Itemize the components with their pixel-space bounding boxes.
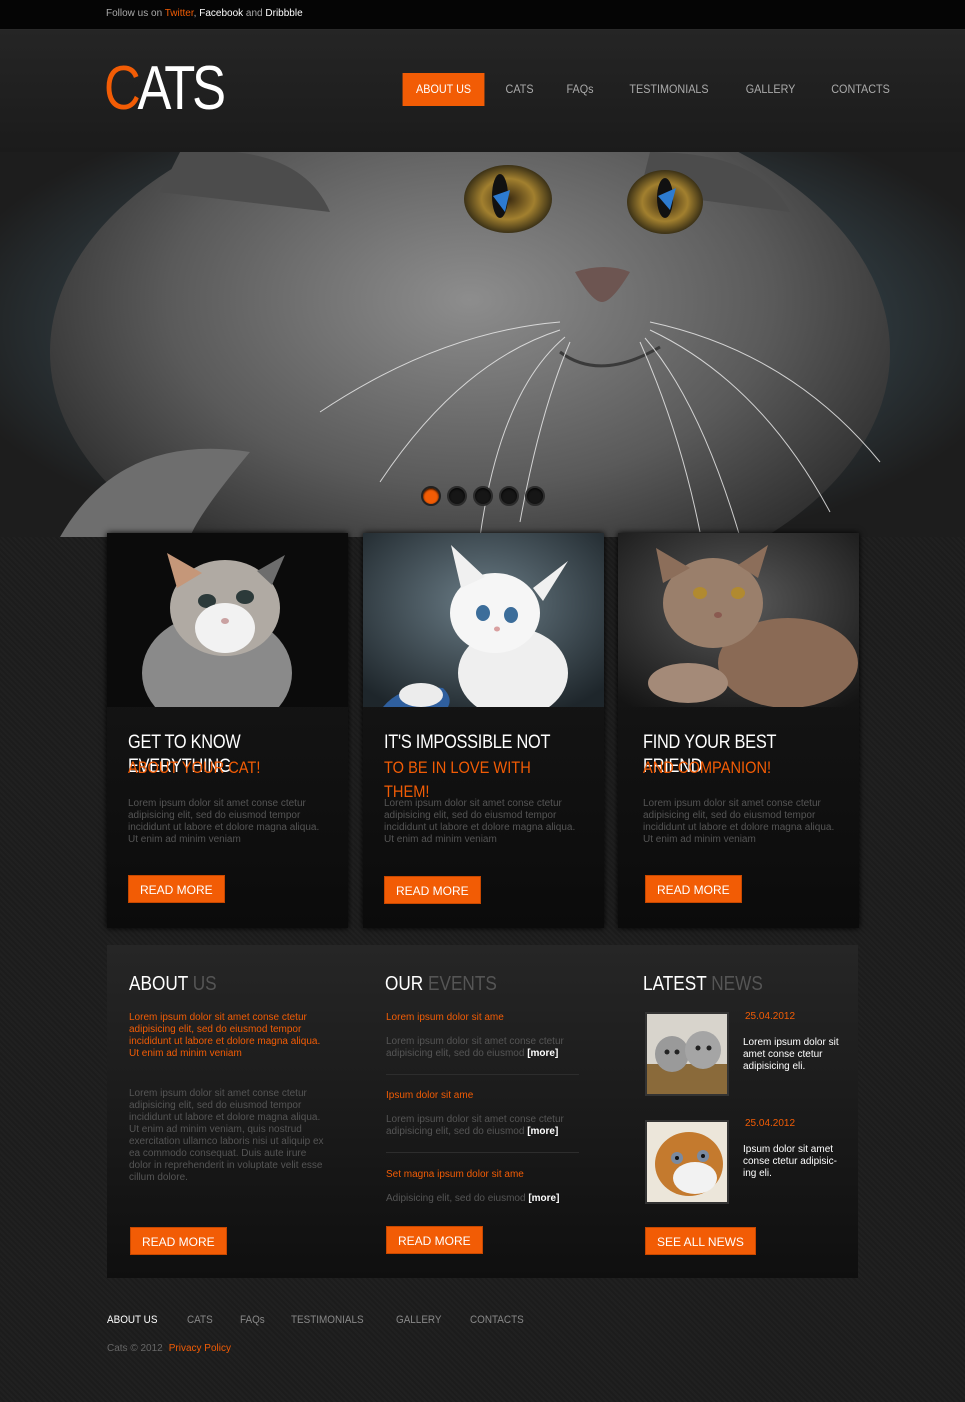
about-body-text: Lorem ipsum dolor sit amet conse ctetur … (129, 1088, 324, 1183)
nav-item-faqs[interactable]: FAQs (553, 73, 607, 106)
event-item-2: Ipsum dolor sit ame Lorem ipsum dolor si… (386, 1090, 581, 1138)
slider-dot-1[interactable] (421, 486, 441, 506)
event-text: Adipisicing elit, sed do eiusmod [more] (386, 1193, 581, 1205)
footer-nav: About us Cats FAQs Testimonials Gallery … (107, 1314, 554, 1326)
slider-pagination (421, 486, 545, 506)
event-more-link[interactable]: [more] (528, 1193, 559, 1204)
about-heading-dim: US (192, 973, 217, 995)
news-heading: LATEST NEWS (643, 973, 763, 996)
news-heading-main: LATEST (643, 973, 712, 995)
main-nav: About us Cats FAQs Testimonials Gallery … (398, 73, 909, 106)
news-thumbnail-2[interactable] (645, 1120, 729, 1204)
event-more-link[interactable]: [more] (527, 1048, 558, 1059)
kitten-photo (107, 533, 348, 707)
card-description: Lorem ipsum dolor sit amet conse ctetur … (128, 798, 320, 845)
header: CATS About us Cats FAQs Testimonials Gal… (0, 30, 965, 152)
copyright: Cats © 2012 Privacy Policy (107, 1343, 231, 1354)
nav-item-cats[interactable]: Cats (492, 73, 547, 106)
events-heading-main: OUR (385, 973, 428, 995)
events-heading-dim: EVENTS (428, 973, 497, 995)
nav-item-gallery[interactable]: Gallery (733, 73, 810, 106)
read-more-button[interactable]: Read more (384, 876, 481, 904)
news-text[interactable]: Lorem ipsum dolor sit amet conse ctetur … (743, 1037, 843, 1073)
logo-first-letter: C (104, 54, 141, 123)
event-divider (386, 1074, 579, 1075)
feature-card-2: IT'S IMPOSSIBLE NOT TO BE IN LOVE WITH T… (363, 533, 604, 928)
footer-item-cats[interactable]: Cats (187, 1314, 213, 1326)
slider-dot-4[interactable] (499, 486, 519, 506)
privacy-policy-link[interactable]: Privacy Policy (169, 1343, 231, 1354)
read-more-button[interactable]: Read more (645, 875, 742, 903)
slider-dot-2[interactable] (447, 486, 467, 506)
hero-cat-illustration (50, 152, 890, 537)
facebook-link[interactable]: Facebook (199, 8, 243, 19)
news-thumbnail-1[interactable] (645, 1012, 729, 1096)
slider-dot-3[interactable] (473, 486, 493, 506)
slider-dot-5[interactable] (525, 486, 545, 506)
tabby-cat-photo (618, 533, 859, 707)
news-heading-dim: NEWS (711, 973, 763, 995)
footer-item-testimonials[interactable]: Testimonials (291, 1314, 364, 1326)
white-kitten-photo (363, 533, 604, 707)
about-heading-main: ABOUT (129, 973, 193, 995)
nav-item-testimonials[interactable]: Testimonials (616, 73, 722, 106)
footer-item-about-us[interactable]: About us (107, 1314, 157, 1326)
card-subtitle: TO BE IN LOVE WITH THEM! (384, 758, 531, 801)
event-divider (386, 1152, 579, 1153)
news-date: 25.04.2012 (745, 1118, 796, 1129)
event-title[interactable]: Set magna ipsum dolor sit ame (386, 1169, 581, 1180)
events-read-more-button[interactable]: Read more (386, 1226, 483, 1254)
copyright-text: Cats © 2012 (107, 1343, 163, 1354)
event-title[interactable]: Ipsum dolor sit ame (386, 1090, 581, 1101)
nav-item-contacts[interactable]: Contacts (818, 73, 904, 106)
event-item-3: Set magna ipsum dolor sit ame Adipisicin… (386, 1169, 581, 1205)
events-heading: OUR EVENTS (385, 973, 497, 996)
news-date: 25.04.2012 (745, 1011, 796, 1022)
footer-item-gallery[interactable]: Gallery (396, 1314, 442, 1326)
about-lead-text: Lorem ipsum dolor sit amet conse ctetur … (129, 1012, 321, 1059)
event-item-1: Lorem ipsum dolor sit ame Lorem ipsum do… (386, 1012, 581, 1060)
follow-text: Follow us on (106, 8, 165, 19)
logo-rest: ATS (137, 54, 226, 123)
footer-item-contacts[interactable]: Contacts (470, 1314, 524, 1326)
card-title: IT'S IMPOSSIBLE NOT (384, 732, 551, 753)
feature-card-3: FIND YOUR BEST FRIEND AND COMPANION! Lor… (618, 533, 859, 928)
footer-item-faqs[interactable]: FAQs (240, 1314, 265, 1326)
card-description: Lorem ipsum dolor sit amet conse ctetur … (643, 798, 835, 845)
and-text: and (243, 8, 266, 19)
card-subtitle: AND COMPANION! (643, 758, 772, 777)
info-section: ABOUT US Lorem ipsum dolor sit amet cons… (107, 945, 858, 1278)
see-all-news-button[interactable]: See all news (645, 1227, 756, 1255)
twitter-link[interactable]: Twitter (165, 8, 194, 19)
hero-slider-image (0, 152, 965, 537)
event-text-body: Adipisicing elit, sed do eiusmod (386, 1193, 529, 1204)
event-text: Lorem ipsum dolor sit amet conse ctetur … (386, 1036, 581, 1060)
nav-item-about-us[interactable]: About us (402, 73, 485, 106)
card-description: Lorem ipsum dolor sit amet conse ctetur … (384, 798, 576, 845)
site-logo[interactable]: CATS (104, 54, 226, 123)
about-read-more-button[interactable]: Read more (130, 1227, 227, 1255)
news-text[interactable]: Ipsum dolor sit amet conse ctetur adipis… (743, 1144, 843, 1180)
top-bar: Follow us on Twitter, Facebook and Dribb… (0, 0, 965, 30)
read-more-button[interactable]: Read more (128, 875, 225, 903)
about-heading: ABOUT US (129, 973, 217, 996)
event-title[interactable]: Lorem ipsum dolor sit ame (386, 1012, 581, 1023)
card-subtitle: ABOUT YOUR CAT! (128, 758, 261, 777)
event-text: Lorem ipsum dolor sit amet conse ctetur … (386, 1114, 581, 1138)
event-more-link[interactable]: [more] (527, 1126, 558, 1137)
dribbble-link[interactable]: Dribbble (265, 8, 302, 19)
feature-card-1: GET TO KNOW EVERYTHING ABOUT YOUR CAT! L… (107, 533, 348, 928)
